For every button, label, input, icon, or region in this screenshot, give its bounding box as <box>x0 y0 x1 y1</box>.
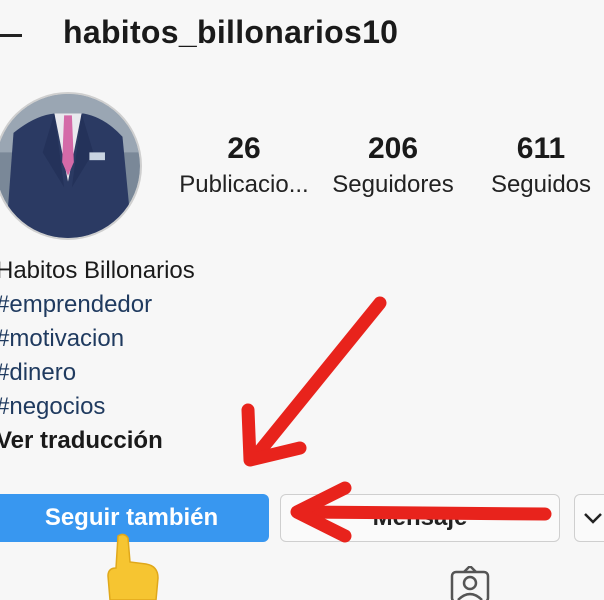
profile-username: habitos_billonarios10 <box>63 14 399 50</box>
hashtag-link[interactable]: #motivacion <box>0 322 195 356</box>
stat-following[interactable]: 611 Seguidos <box>478 130 604 202</box>
bio-display-name: Habitos Billonarios <box>0 257 195 284</box>
posts-label: Publicacio... <box>179 171 309 198</box>
followers-count: 206 <box>367 132 419 165</box>
tagged-person-icon[interactable] <box>450 566 490 600</box>
profile-avatar[interactable] <box>0 92 142 240</box>
profile-header: habitos_billonarios10 <box>0 0 604 72</box>
red-arrow-diagonal <box>241 296 387 467</box>
profile-bio: Habitos Billonarios #emprendedor #motiva… <box>0 254 195 458</box>
back-arrow-icon[interactable] <box>0 34 22 37</box>
hashtag-link[interactable]: #negocios <box>0 390 195 424</box>
following-count: 611 <box>516 132 566 165</box>
see-translation-link[interactable]: Ver traducción <box>0 424 195 458</box>
followers-label: Seguidores <box>332 171 454 198</box>
stat-posts[interactable]: 26 Publicacio... <box>170 130 318 202</box>
more-options-button[interactable] <box>574 494 604 542</box>
stat-followers[interactable]: 206 Seguidores <box>326 130 460 202</box>
posts-count: 26 <box>227 132 261 165</box>
avatar-photo <box>0 94 140 238</box>
hashtag-link[interactable]: #dinero <box>0 356 195 390</box>
message-button[interactable]: Mensaje <box>280 494 560 542</box>
hashtag-link[interactable]: #emprendedor <box>0 288 195 322</box>
pointing-hand-icon <box>107 533 159 600</box>
following-label: Seguidos <box>490 171 592 198</box>
profile-tab-bar <box>0 560 604 600</box>
chevron-down-icon <box>584 513 602 524</box>
